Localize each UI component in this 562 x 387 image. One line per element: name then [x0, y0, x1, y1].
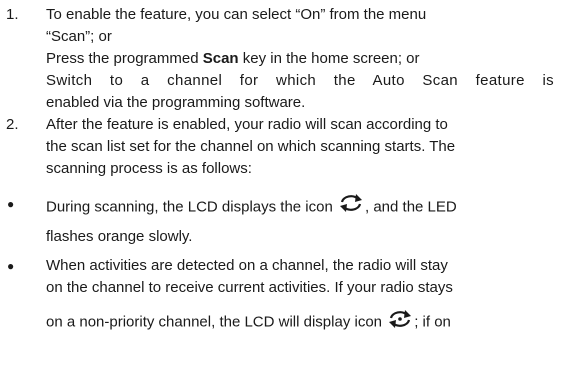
bullet-marker-1: ●: [7, 197, 15, 211]
bullet1-line1-post: , and the LED: [365, 198, 457, 216]
item1-line2: “Scan”; or: [46, 28, 112, 45]
item2-line3: scanning process is as follows:: [46, 160, 252, 177]
bullet2-line3-pre: on a non-priority channel, the LCD will …: [46, 313, 387, 331]
manual-page: 1. To enable the feature, you can select…: [0, 0, 562, 387]
item1-scan-key-post: key in the home screen; or: [238, 50, 420, 67]
bullet-item-1-body: During scanning, the LCD displays the ic…: [46, 193, 554, 248]
item1-auto-scan-line1: Switch to a channel for which the Auto S…: [46, 72, 554, 89]
bullet-marker-2: ●: [7, 259, 15, 273]
list-number-1: 1.: [6, 6, 19, 23]
bullet1-line1-pre: During scanning, the LCD displays the ic…: [46, 198, 337, 216]
bullet1-line2: flashes orange slowly.: [46, 228, 193, 245]
bullet2-line2: on the channel to receive current activi…: [46, 279, 453, 296]
bullet-item-2-body: When activities are detected on a channe…: [46, 255, 554, 336]
item1-auto-scan-line2: enabled via the programming software.: [46, 94, 306, 111]
item2-line2: the scan list set for the channel on whi…: [46, 138, 456, 155]
item1-scan-key-line: Press the programmed Scan key in the hom…: [46, 48, 554, 70]
bullet2-line3: on a non-priority channel, the LCD will …: [46, 309, 554, 336]
list-item-1-body: To enable the feature, you can select “O…: [46, 4, 554, 114]
bullet2-line3-post: ; if on: [414, 313, 451, 331]
bullet2-line1: When activities are detected on a channe…: [46, 257, 448, 274]
scan-icon: [337, 193, 365, 222]
scan-key-label: Scan: [202, 50, 239, 67]
bullet1-line1: During scanning, the LCD displays the ic…: [46, 193, 554, 222]
list-item-2-body: After the feature is enabled, your radio…: [46, 114, 554, 180]
item1-scan-key-pre: Press the programmed: [46, 50, 203, 67]
list-number-2: 2.: [6, 116, 19, 133]
item2-line1: After the feature is enabled, your radio…: [46, 116, 448, 133]
item1-line1: To enable the feature, you can select “O…: [46, 6, 427, 23]
non-priority-scan-icon: [386, 309, 414, 336]
